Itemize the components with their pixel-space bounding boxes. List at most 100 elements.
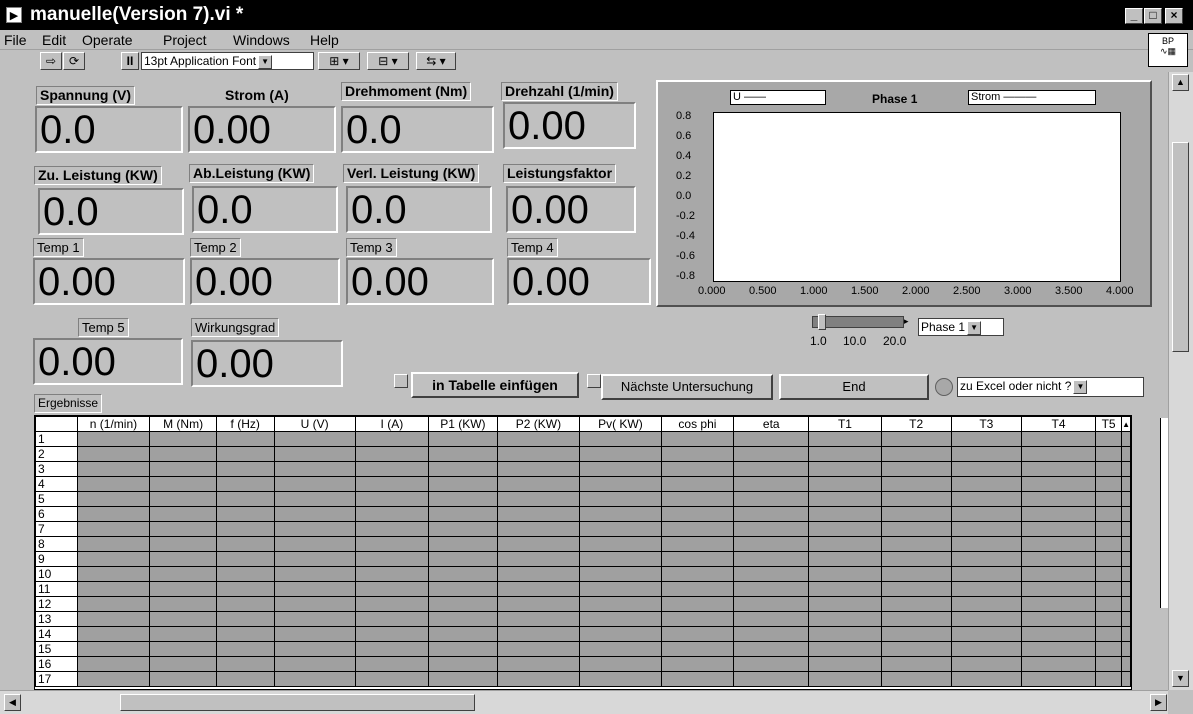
table-cell[interactable] — [76, 431, 151, 447]
table-cell[interactable] — [950, 641, 1022, 657]
table-cell[interactable] — [273, 491, 356, 507]
menu-edit[interactable]: Edit — [42, 32, 66, 48]
menu-help[interactable]: Help — [310, 32, 339, 48]
phase-select[interactable]: Phase 1 ▼ — [918, 318, 1004, 336]
table-cell[interactable] — [215, 521, 275, 537]
table-cell[interactable] — [354, 536, 430, 552]
horizontal-scrollbar[interactable]: ◀ ▶ — [0, 690, 1168, 714]
table-cell[interactable] — [880, 596, 952, 612]
table-cell[interactable] — [880, 566, 952, 582]
table-cell[interactable] — [273, 656, 356, 672]
table-cell[interactable] — [428, 641, 498, 657]
table-cell[interactable] — [733, 551, 810, 567]
menu-operate[interactable]: Operate — [82, 32, 133, 48]
table-cell[interactable] — [76, 611, 151, 627]
table-cell[interactable] — [215, 596, 275, 612]
table-cell[interactable] — [660, 641, 735, 657]
table-row[interactable]: 4 — [35, 476, 1131, 492]
table-cell[interactable] — [149, 446, 217, 462]
table-cell[interactable] — [76, 626, 151, 642]
distribute-objects-icon[interactable]: ⊟ ▾ — [367, 52, 409, 70]
table-cell[interactable] — [950, 671, 1022, 687]
table-cell[interactable] — [354, 446, 430, 462]
table-cell[interactable] — [496, 506, 581, 522]
table-cell[interactable] — [1020, 551, 1097, 567]
insert-table-button[interactable]: in Tabelle einfügen — [411, 372, 579, 398]
table-cell[interactable] — [880, 641, 952, 657]
table-cell[interactable] — [579, 641, 662, 657]
table-cell[interactable] — [428, 491, 498, 507]
table-cell[interactable] — [76, 506, 151, 522]
table-cell[interactable] — [428, 506, 498, 522]
table-cell[interactable] — [880, 461, 952, 477]
table-cell[interactable] — [354, 431, 430, 447]
table-cell[interactable] — [1095, 476, 1123, 492]
table-cell[interactable] — [273, 536, 356, 552]
table-cell[interactable] — [733, 461, 810, 477]
table-cell[interactable] — [496, 656, 581, 672]
table-cell[interactable] — [880, 551, 952, 567]
minimize-button[interactable]: _ — [1125, 8, 1143, 24]
table-cell[interactable] — [660, 566, 735, 582]
table-cell[interactable] — [1121, 596, 1131, 612]
table-cell[interactable] — [950, 431, 1022, 447]
run-continuously-icon[interactable]: ⟳ — [63, 52, 85, 70]
table-cell[interactable] — [149, 431, 217, 447]
table-cell[interactable] — [215, 446, 275, 462]
table-cell[interactable] — [808, 551, 882, 567]
table-cell[interactable] — [579, 626, 662, 642]
table-cell[interactable] — [428, 596, 498, 612]
maximize-button[interactable]: □ — [1144, 8, 1162, 24]
table-cell[interactable] — [354, 491, 430, 507]
table-cell[interactable] — [1095, 431, 1123, 447]
table-cell[interactable] — [496, 521, 581, 537]
table-cell[interactable] — [660, 506, 735, 522]
table-cell[interactable] — [215, 536, 275, 552]
table-cell[interactable] — [579, 431, 662, 447]
table-cell[interactable] — [76, 446, 151, 462]
table-cell[interactable] — [950, 566, 1022, 582]
table-cell[interactable] — [880, 611, 952, 627]
table-cell[interactable] — [579, 671, 662, 687]
table-cell[interactable] — [354, 611, 430, 627]
table-cell[interactable] — [660, 476, 735, 492]
table-cell[interactable] — [808, 626, 882, 642]
table-cell[interactable] — [215, 476, 275, 492]
table-cell[interactable] — [149, 506, 217, 522]
table-cell[interactable] — [660, 551, 735, 567]
table-cell[interactable] — [273, 431, 356, 447]
table-cell[interactable] — [808, 611, 882, 627]
table-cell[interactable] — [428, 521, 498, 537]
table-row[interactable]: 10 — [35, 566, 1131, 582]
table-cell[interactable] — [428, 431, 498, 447]
table-cell[interactable] — [1121, 461, 1131, 477]
scroll-left-icon[interactable]: ◀ — [4, 694, 21, 711]
table-cell[interactable] — [149, 521, 217, 537]
table-cell[interactable] — [808, 671, 882, 687]
table-cell[interactable] — [950, 476, 1022, 492]
table-cell[interactable] — [660, 491, 735, 507]
table-cell[interactable] — [660, 596, 735, 612]
table-row[interactable]: 8 — [35, 536, 1131, 552]
table-cell[interactable] — [149, 461, 217, 477]
table-cell[interactable] — [1121, 671, 1131, 687]
table-cell[interactable] — [215, 626, 275, 642]
table-cell[interactable] — [1121, 536, 1131, 552]
resize-grip-icon[interactable] — [1168, 690, 1193, 714]
table-row[interactable]: 16 — [35, 656, 1131, 672]
table-cell[interactable] — [733, 446, 810, 462]
table-cell[interactable] — [1095, 566, 1123, 582]
table-cell[interactable] — [950, 656, 1022, 672]
table-cell[interactable] — [496, 536, 581, 552]
pause-button[interactable]: II — [121, 52, 139, 70]
table-cell[interactable] — [950, 506, 1022, 522]
table-cell[interactable] — [950, 536, 1022, 552]
table-cell[interactable] — [808, 506, 882, 522]
table-cell[interactable] — [1121, 641, 1131, 657]
table-cell[interactable] — [1121, 581, 1131, 597]
table-cell[interactable] — [660, 521, 735, 537]
table-cell[interactable] — [733, 581, 810, 597]
scroll-right-icon[interactable]: ▶ — [1150, 694, 1167, 711]
table-cell[interactable] — [950, 611, 1022, 627]
table-cell[interactable] — [76, 476, 151, 492]
